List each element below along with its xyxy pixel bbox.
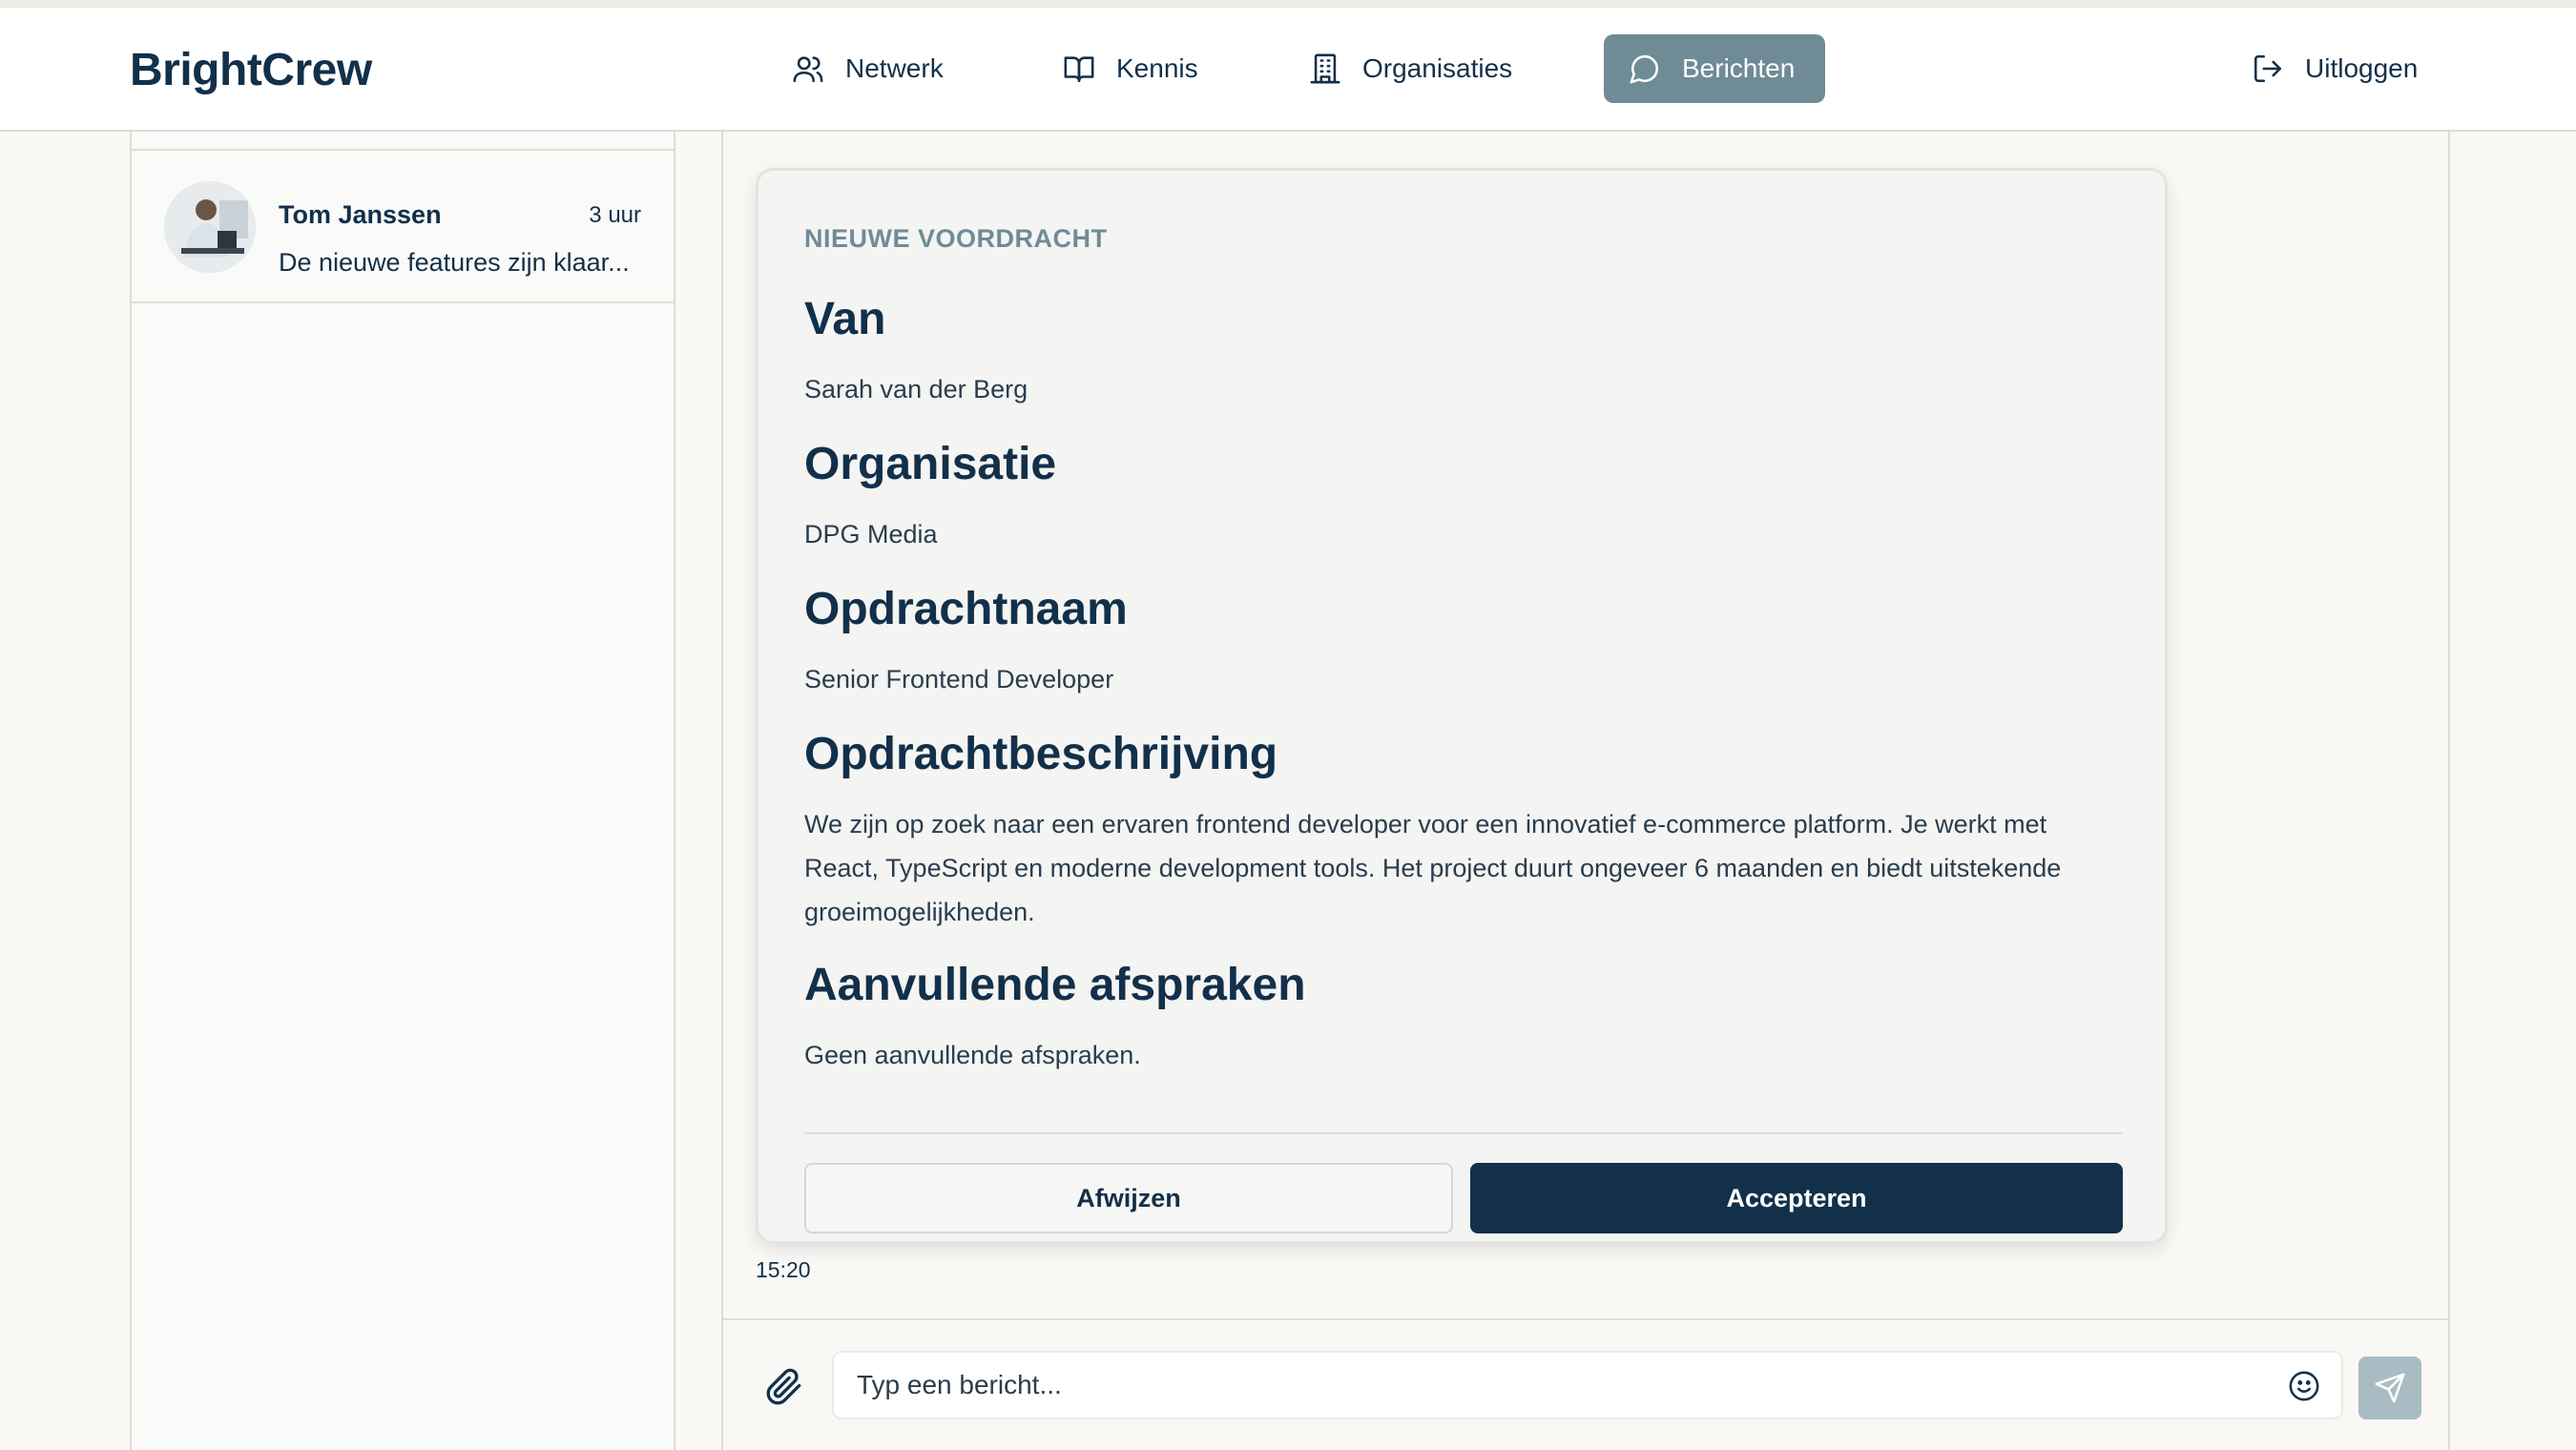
field-label-van: Van xyxy=(804,294,886,344)
field-label-opdrachtbeschrijving: Opdrachtbeschrijving xyxy=(804,729,1278,779)
conversation-preview: De nieuwe features zijn klaar... xyxy=(279,248,630,277)
message-circle-icon xyxy=(1630,54,1659,84)
users-icon xyxy=(793,56,823,83)
nav-berichten[interactable]: Berichten xyxy=(1604,34,1825,103)
message-input[interactable] xyxy=(832,1351,2343,1419)
nav-kennis-label: Kennis xyxy=(1116,53,1198,83)
card-tag: NIEUWE VOORDRACHT xyxy=(804,224,1108,253)
nav-organisaties-label: Organisaties xyxy=(1362,53,1513,83)
field-label-opdrachtnaam: Opdrachtnaam xyxy=(804,584,1128,634)
app-logo[interactable]: BrightCrew xyxy=(130,44,372,96)
logout-button[interactable]: Uitloggen xyxy=(2227,34,2442,103)
nav-netwerk-label: Netwerk xyxy=(845,53,944,83)
card-divider xyxy=(804,1132,2123,1134)
message-timestamp: 15:20 xyxy=(756,1257,811,1282)
conversation-item[interactable]: Tom Janssen 3 uur De nieuwe features zij… xyxy=(132,149,674,303)
field-value-aanvullende-afspraken: Geen aanvullende afspraken. xyxy=(804,1041,1141,1069)
field-label-organisatie: Organisatie xyxy=(804,439,1057,489)
smiley-icon[interactable] xyxy=(2288,1370,2320,1402)
conversation-time: 3 uur xyxy=(589,202,641,228)
conversation-list: Tom Janssen 3 uur De nieuwe features zij… xyxy=(130,132,675,1450)
paperclip-icon[interactable] xyxy=(765,1368,803,1406)
top-header: BrightCrew Netwerk Kennis Organisaties B… xyxy=(0,0,2576,132)
conversation-name: Tom Janssen xyxy=(279,200,442,229)
avatar xyxy=(164,181,256,273)
nav-berichten-label: Berichten xyxy=(1682,53,1796,83)
field-value-opdrachtnaam: Senior Frontend Developer xyxy=(804,665,1114,694)
message-composer xyxy=(723,1318,2448,1450)
nav-organisaties[interactable]: Organisaties xyxy=(1284,34,1537,103)
nav-kennis[interactable]: Kennis xyxy=(1038,34,1223,103)
proposal-card: NIEUWE VOORDRACHT Van Sarah van der Berg… xyxy=(756,168,2168,1244)
nav-netwerk[interactable]: Netwerk xyxy=(767,34,968,103)
logout-label: Uitloggen xyxy=(2305,53,2419,83)
send-button[interactable] xyxy=(2358,1357,2421,1419)
logout-icon xyxy=(2254,54,2282,83)
chat-panel: NIEUWE VOORDRACHT Van Sarah van der Berg… xyxy=(721,132,2450,1450)
field-value-organisatie: DPG Media xyxy=(804,520,938,549)
avatar-photo-icon xyxy=(164,181,256,273)
accept-button[interactable]: Accepteren xyxy=(1470,1163,2123,1233)
building-icon xyxy=(1310,53,1340,84)
field-value-opdrachtbeschrijving: We zijn op zoek naar een ervaren fronten… xyxy=(804,810,2062,926)
field-value-van: Sarah van der Berg xyxy=(804,375,1028,404)
book-icon xyxy=(1064,56,1094,83)
send-icon xyxy=(2375,1373,2405,1403)
field-label-aanvullende-afspraken: Aanvullende afspraken xyxy=(804,960,1306,1010)
reject-button[interactable]: Afwijzen xyxy=(804,1163,1453,1233)
